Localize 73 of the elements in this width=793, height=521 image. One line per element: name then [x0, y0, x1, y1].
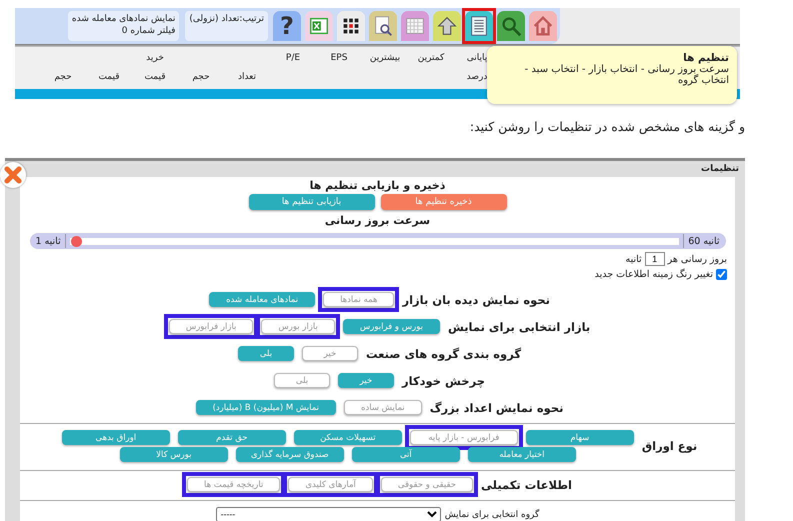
grid-button[interactable]: [337, 11, 365, 41]
interval-label: بروز رسانی هر: [668, 254, 727, 264]
save-settings-button[interactable]: ذخیره تنظیم ها: [380, 194, 506, 210]
column-header: حجم: [192, 72, 210, 82]
interval-field[interactable]: 1: [644, 252, 665, 266]
column-header: خرید: [146, 53, 164, 63]
slider-label: ثانیه 60: [688, 236, 720, 246]
option-button[interactable]: نمایش M (میلیون) B (میلیارد): [196, 400, 336, 415]
column-header: تعداد: [238, 72, 256, 82]
setting-label: نحوه نمایش اعداد بزرگ: [430, 400, 564, 414]
dropdown-label: گروه انتخابی برای نمایش: [444, 510, 540, 520]
option-button[interactable]: بلی: [274, 373, 330, 388]
option-button[interactable]: صندوق سرمایه گذاری: [236, 447, 344, 462]
option-button[interactable]: بلی: [238, 346, 294, 361]
option-button[interactable]: خیر: [302, 346, 358, 361]
column-header: پایانی: [466, 53, 488, 63]
search-button[interactable]: [497, 11, 525, 41]
option-button[interactable]: نمادهای معامله شده: [209, 292, 316, 307]
section-heading: سرعت بروز رسانی: [324, 214, 430, 227]
column-header: حجم: [54, 72, 72, 82]
tooltip-text: سرعت بروز رسانی - انتخاب بازار - انتخاب سبد - انتخاب گروه: [524, 64, 729, 86]
up-button[interactable]: [433, 11, 461, 41]
option-button[interactable]: نمایش ساده: [344, 400, 422, 415]
setting-label: نحوه نمایش دیده بان بازار: [402, 292, 550, 306]
speed-slider[interactable]: ثانیه 60 ثانیه 1: [30, 233, 726, 249]
interval-unit: ثانیه: [625, 254, 642, 264]
option-button[interactable]: اوراق بدهی: [62, 430, 170, 445]
restore-settings-button[interactable]: بازیابی تنظیم ها: [248, 194, 374, 210]
option-button[interactable]: تاریخچه قیمت ها: [187, 477, 280, 492]
option-button[interactable]: آمارهای کلیدی: [288, 477, 373, 492]
instruction-text: و گزینه های مشخص شده در تنظیمات را روشن کنید:: [470, 119, 745, 134]
column-header: قیمت: [144, 72, 166, 82]
column-header: EPS: [330, 53, 348, 63]
option-button[interactable]: خیر: [338, 373, 394, 388]
group-dropdown[interactable]: -----: [216, 507, 441, 521]
setting-label: نوع اوراق: [642, 439, 698, 453]
option-button[interactable]: همه نمادها: [323, 292, 394, 307]
column-header: کمترین: [418, 53, 444, 63]
column-header: قیمت: [98, 72, 120, 82]
setting-label: بازار انتخابی برای نمایش: [448, 320, 590, 334]
checkbox[interactable]: [716, 269, 727, 280]
option-button[interactable]: حقیقی و حقوقی: [380, 477, 474, 492]
up-arrow-icon: [435, 14, 459, 38]
info-text: نمایش نمادهای معامله شده: [72, 13, 176, 25]
home-button[interactable]: [529, 11, 557, 41]
checkbox-label: تغییر رنگ زمینه اطلاعات جدید: [594, 269, 713, 280]
option-button[interactable]: تسهیلات مسکن: [294, 430, 402, 445]
info-text: فیلتر شماره 0: [120, 25, 176, 37]
setting-label: اطلاعات تکمیلی: [481, 478, 572, 492]
section-heading: ذخیره و بازیابی تنظیم ها: [310, 179, 446, 192]
slider-thumb[interactable]: [70, 236, 82, 246]
house-icon: [531, 14, 555, 38]
help-icon[interactable]: ?: [273, 11, 301, 41]
option-button[interactable]: سهام: [526, 430, 634, 445]
setting-label: چرخش خودکار: [402, 374, 486, 388]
option-button[interactable]: بورس کالا: [120, 447, 228, 462]
excel-button[interactable]: [305, 11, 333, 41]
column-header: بیشترین: [370, 53, 400, 63]
doc-search-button[interactable]: [369, 11, 397, 41]
option-button[interactable]: اختیار معامله: [468, 447, 576, 462]
option-button[interactable]: آتی: [352, 447, 460, 462]
option-button[interactable]: فرابورس - بازار پایه: [410, 430, 518, 445]
column-header: درصد: [466, 72, 488, 82]
panel-title: تنظیمات: [701, 164, 739, 174]
option-button[interactable]: حق تقدم: [178, 430, 286, 445]
option-button[interactable]: بازار فرابورس: [168, 319, 254, 334]
column-header: P/E: [286, 53, 300, 63]
slider-label: ثانیه 1: [36, 236, 61, 246]
tooltip-title: تنظیم ها: [682, 52, 729, 64]
option-button[interactable]: بورس و فرابورس: [342, 319, 440, 334]
info-text: ترتیب:تعداد (نزولی): [189, 13, 264, 25]
setting-label: گروه بندی گروه های صنعت: [366, 346, 522, 360]
option-button[interactable]: بازار بورس: [261, 319, 335, 334]
